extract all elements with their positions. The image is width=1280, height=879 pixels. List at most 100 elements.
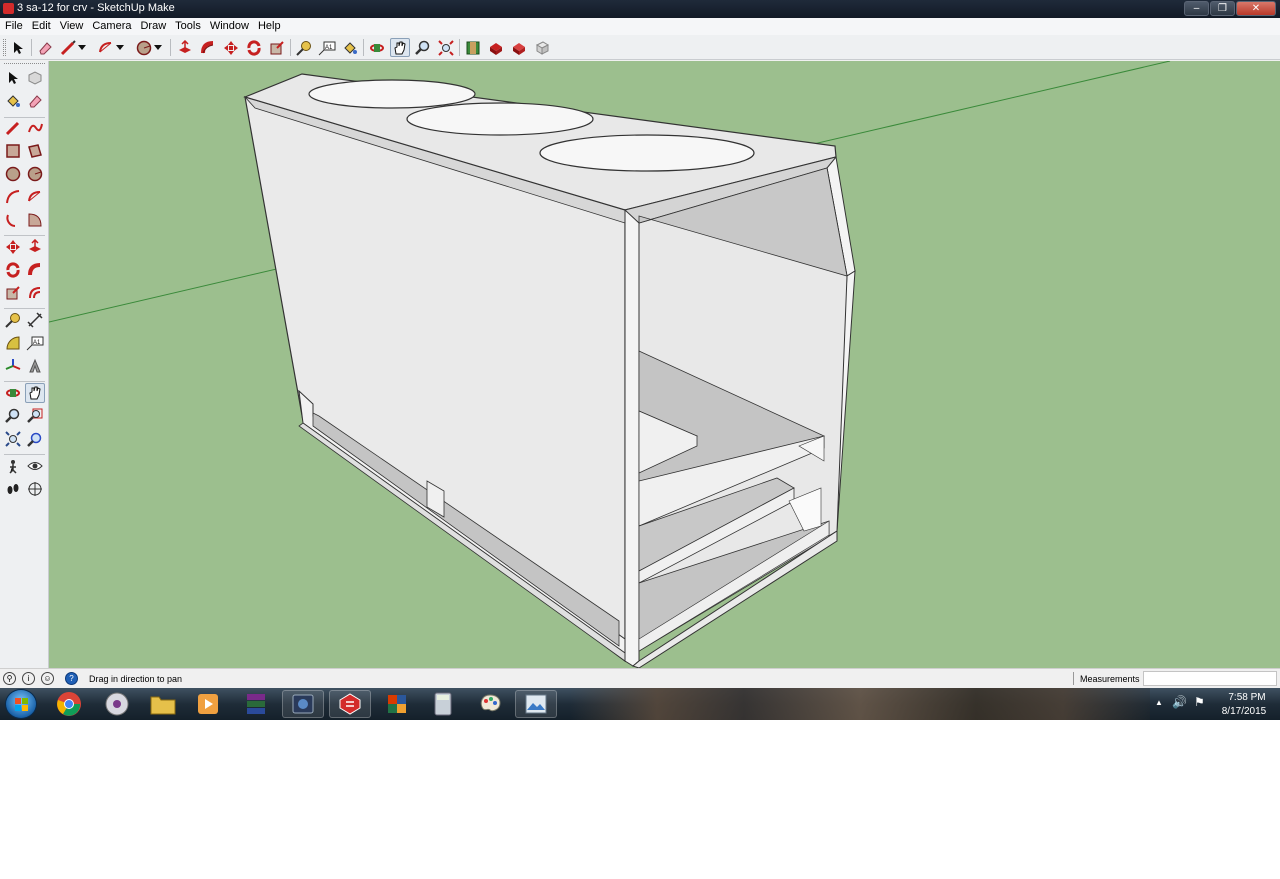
scale-icon[interactable] (267, 38, 287, 57)
zoom-extents-icon[interactable] (436, 38, 456, 57)
orbit-icon[interactable] (3, 383, 23, 403)
dimension-icon[interactable] (25, 310, 45, 330)
subwoofer-box-model[interactable] (243, 73, 856, 668)
menu-window[interactable]: Window (205, 18, 253, 35)
zoom-window-icon[interactable] (25, 406, 45, 426)
sketchup-icon[interactable] (329, 690, 371, 718)
text-icon[interactable]: A1 (25, 333, 45, 353)
minimize-button[interactable]: ‒ (1184, 1, 1209, 16)
follow-me-icon[interactable] (25, 260, 45, 280)
two-point-arc-icon[interactable] (25, 187, 45, 207)
action-center-flag-icon[interactable]: ⚑ (1194, 695, 1205, 709)
rotate-icon[interactable] (3, 260, 23, 280)
arc-icon[interactable] (3, 187, 23, 207)
left-toolbar-grip[interactable] (4, 63, 45, 65)
close-button[interactable]: ✕ (1236, 1, 1276, 16)
clock-time[interactable]: 7:58 PM (1222, 692, 1272, 703)
drawing-area[interactable] (49, 61, 1280, 668)
polygon-icon[interactable] (25, 164, 45, 184)
section-plane-icon[interactable] (25, 479, 45, 499)
toolbar-grip[interactable] (3, 39, 6, 56)
media-player-icon[interactable] (96, 690, 138, 718)
pan-icon[interactable] (25, 383, 45, 403)
share-model-icon[interactable] (486, 38, 506, 57)
3d-warehouse-icon[interactable] (463, 38, 483, 57)
clock-date[interactable]: 8/17/2015 (1216, 706, 1272, 717)
eraser-icon[interactable] (35, 38, 55, 57)
media-center-icon[interactable] (187, 690, 229, 718)
arc-dropdown-chevron-icon[interactable] (114, 38, 126, 57)
rotate-icon[interactable] (244, 38, 264, 57)
zoom-icon[interactable] (3, 406, 23, 426)
instructor-help-icon[interactable]: ? (65, 672, 78, 685)
text-icon[interactable]: A1 (317, 38, 337, 57)
menu-tools[interactable]: Tools (170, 18, 205, 35)
paint-bucket-icon[interactable] (340, 38, 360, 57)
menu-view[interactable]: View (55, 18, 88, 35)
measurements-input[interactable] (1143, 671, 1277, 686)
orbit-icon[interactable] (367, 38, 387, 57)
line-icon[interactable] (3, 118, 23, 138)
3d-text-icon[interactable] (25, 356, 45, 376)
arc-icon[interactable] (96, 38, 116, 57)
screen-capture-icon[interactable] (282, 690, 324, 718)
circle-dropdown-chevron-icon[interactable] (152, 38, 164, 57)
menu-help[interactable]: Help (253, 18, 285, 35)
menu-edit[interactable]: Edit (27, 18, 55, 35)
sketchup-app-icon[interactable] (3, 3, 14, 14)
office-icon[interactable] (376, 690, 418, 718)
line-dropdown-chevron-icon[interactable] (76, 38, 88, 57)
circle-icon[interactable] (134, 38, 154, 57)
make-component-icon[interactable] (25, 68, 45, 88)
zoom-icon[interactable] (413, 38, 433, 57)
position-camera-icon[interactable] (3, 456, 23, 476)
user-account-icon[interactable]: ☺ (41, 672, 54, 685)
move-icon[interactable] (3, 237, 23, 257)
explorer-icon[interactable] (142, 690, 184, 718)
geo-location-icon[interactable]: ⚲ (3, 672, 16, 685)
show-hidden-icons-icon[interactable]: ▲ (1155, 698, 1163, 707)
rotated-rectangle-icon[interactable] (25, 141, 45, 161)
previous-view-icon[interactable] (25, 429, 45, 449)
offset-icon[interactable] (25, 283, 45, 303)
credits-icon[interactable]: i (22, 672, 35, 685)
menu-camera[interactable]: Camera (87, 18, 135, 35)
paint-bucket-icon[interactable] (3, 91, 23, 111)
scale-icon[interactable] (3, 283, 23, 303)
look-around-icon[interactable] (25, 456, 45, 476)
toolbar-separator (31, 39, 32, 56)
push-pull-icon[interactable] (25, 237, 45, 257)
maximize-button[interactable]: ❐ (1210, 1, 1235, 16)
follow-me-icon[interactable] (198, 38, 218, 57)
start-button[interactable] (5, 689, 37, 719)
line-icon[interactable] (58, 38, 78, 57)
select-icon[interactable] (8, 38, 28, 57)
extension-warehouse-icon[interactable] (509, 38, 529, 57)
eraser-icon[interactable] (25, 91, 45, 111)
tape-measure-icon[interactable] (3, 310, 23, 330)
volume-icon[interactable]: 🔊 (1172, 695, 1187, 709)
image-viewer-icon[interactable] (515, 690, 557, 718)
pie-icon[interactable] (25, 210, 45, 230)
three-point-arc-icon[interactable] (3, 210, 23, 230)
pan-icon[interactable] (390, 38, 410, 57)
push-pull-icon[interactable] (175, 38, 195, 57)
tape-measure-icon[interactable] (294, 38, 314, 57)
paint-icon[interactable] (469, 690, 511, 718)
menu-file[interactable]: File (0, 18, 27, 35)
move-icon[interactable] (221, 38, 241, 57)
layout-icon[interactable] (532, 38, 552, 57)
walk-icon[interactable] (3, 479, 23, 499)
circle-icon[interactable] (3, 164, 23, 184)
winrar-icon[interactable] (235, 690, 277, 718)
axes-icon[interactable] (3, 356, 23, 376)
select-icon[interactable] (3, 68, 23, 88)
chrome-icon[interactable] (48, 690, 90, 718)
protractor-icon[interactable] (3, 333, 23, 353)
rectangle-icon[interactable] (3, 141, 23, 161)
zoom-extents-icon[interactable] (3, 429, 23, 449)
model-view[interactable] (49, 61, 1280, 668)
calculator-icon[interactable] (422, 690, 464, 718)
freehand-icon[interactable] (25, 118, 45, 138)
menu-draw[interactable]: Draw (135, 18, 170, 35)
